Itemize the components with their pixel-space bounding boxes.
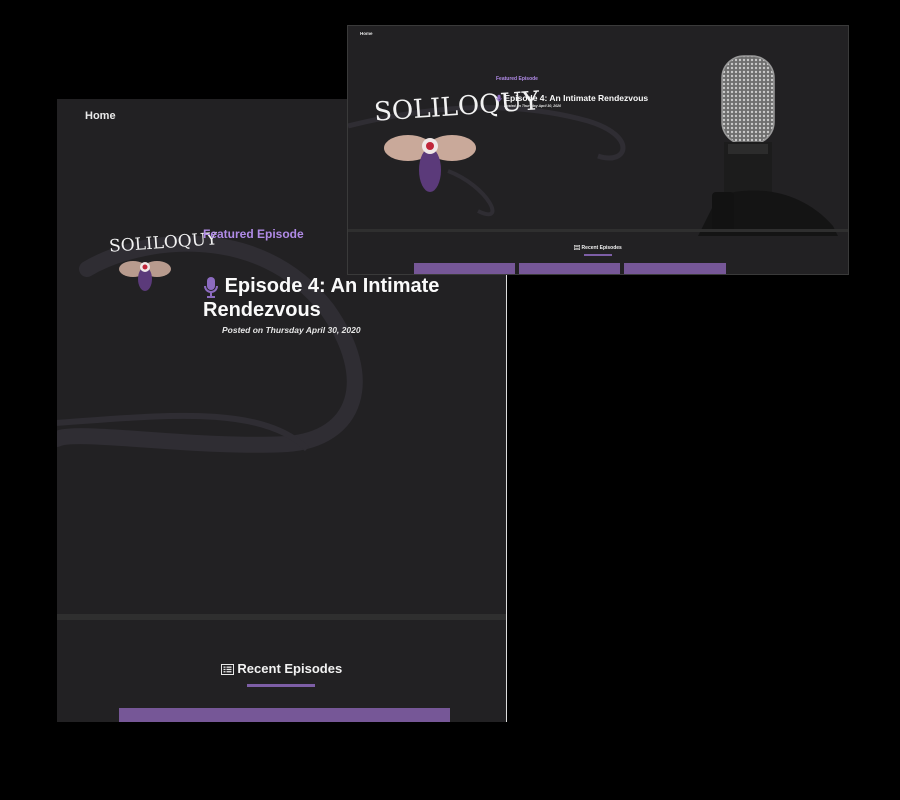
microphone-icon bbox=[204, 276, 218, 298]
moth-logo-icon bbox=[384, 135, 476, 192]
heading-underline bbox=[584, 254, 612, 256]
heading-underline bbox=[247, 684, 315, 687]
episode-title-text: Episode 4: An Intimate Rendezvous bbox=[504, 93, 649, 103]
list-icon bbox=[574, 245, 581, 251]
nav-home-link[interactable]: Home bbox=[360, 31, 373, 36]
recent-episodes-heading: Recent Episodes bbox=[348, 245, 848, 251]
posted-date: Posted on Thursday April 30, 2020 bbox=[222, 325, 361, 335]
featured-episode-label: Featured Episode bbox=[203, 227, 304, 241]
logo: SOLILOQUY bbox=[373, 86, 540, 206]
episode-card[interactable] bbox=[624, 263, 726, 274]
logo: SOLILOQUY bbox=[108, 227, 218, 297]
featured-episode-label: Featured Episode bbox=[496, 76, 538, 82]
list-icon bbox=[220, 664, 234, 676]
recent-episodes-heading: Recent Episodes bbox=[57, 661, 506, 676]
moth-logo-icon bbox=[119, 261, 171, 291]
recent-episodes-label: Recent Episodes bbox=[237, 661, 343, 676]
featured-episode-title[interactable]: Episode 4: An Intimate Rendezvous bbox=[203, 274, 463, 322]
posted-date: Posted on Thursday April 30, 2020 bbox=[504, 104, 562, 108]
episode-card[interactable] bbox=[119, 708, 450, 722]
episode-card[interactable] bbox=[519, 263, 620, 274]
recent-episodes-label: Recent Episodes bbox=[581, 245, 622, 251]
episode-title-text: Episode 4: An Intimate Rendezvous bbox=[203, 275, 440, 321]
desktop-screenshot: Home SOLILOQUY Featured Episode Episode … bbox=[348, 26, 848, 274]
episode-card[interactable] bbox=[414, 263, 515, 274]
section-divider bbox=[57, 614, 506, 620]
microphone-image bbox=[698, 55, 838, 236]
nav-home-link[interactable]: Home bbox=[85, 110, 116, 122]
featured-episode-title[interactable]: Episode 4: An Intimate Rendezvous bbox=[496, 93, 696, 103]
section-divider bbox=[348, 229, 848, 232]
microphone-icon bbox=[496, 95, 502, 103]
